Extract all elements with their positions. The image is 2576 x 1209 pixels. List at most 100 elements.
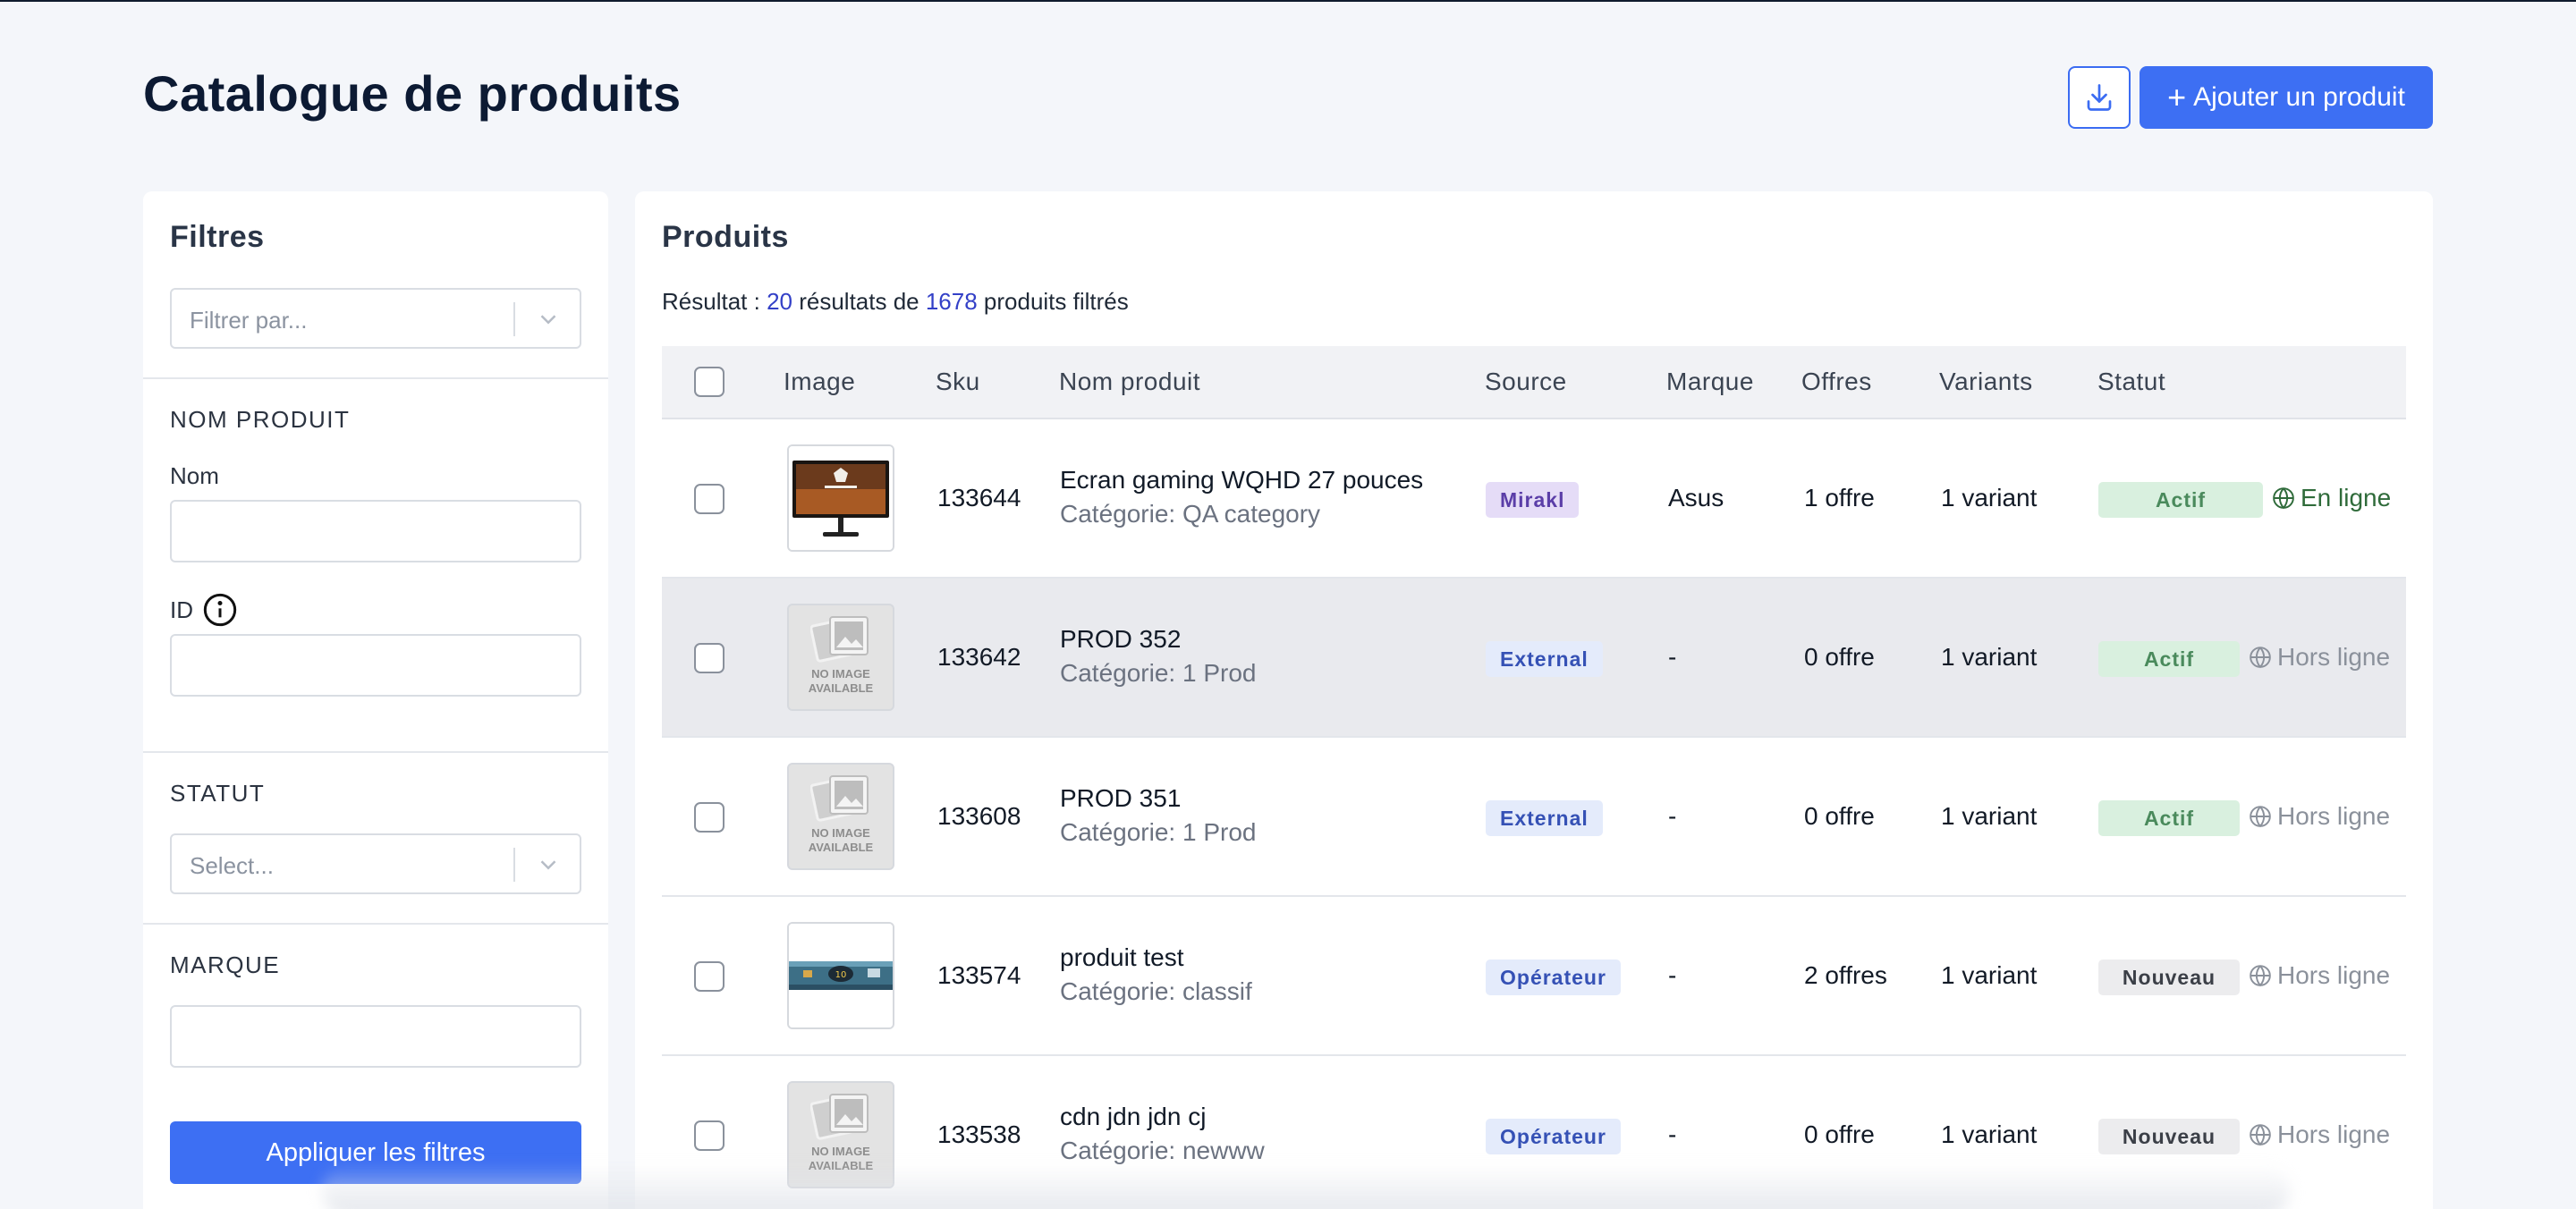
select-separator (513, 302, 515, 336)
status-placeholder: Select... (190, 852, 274, 879)
source-badge: Opérateur (1486, 960, 1621, 995)
section-brand: MARQUE (170, 951, 281, 978)
status-badge: Actif (2098, 482, 2263, 518)
status-select[interactable]: Select... (170, 833, 581, 894)
column-header-variants[interactable]: Variants (1939, 368, 2033, 396)
online-status-label: Hors ligne (2277, 1120, 2391, 1148)
download-button[interactable] (2068, 66, 2131, 129)
filters-panel: Filtres Filtrer par... NOM PRODUIT Nom I… (143, 191, 608, 1209)
table-row[interactable]: NO IMAGE AVAILABLE 133642 PROD 352 Catég… (662, 579, 2406, 738)
online-status-label: Hors ligne (2277, 643, 2391, 671)
result-total: 1678 (925, 288, 978, 315)
globe-icon (2273, 487, 2294, 510)
row-checkbox[interactable] (694, 484, 724, 514)
column-header-image[interactable]: Image (784, 368, 855, 396)
name-input[interactable] (170, 500, 581, 562)
product-category: Catégorie: classif (1060, 977, 1252, 1005)
product-image-banner[interactable]: 10 (787, 922, 894, 1029)
id-input[interactable] (170, 634, 581, 697)
online-status-label: En ligne (2301, 484, 2392, 512)
row-checkbox[interactable] (694, 643, 724, 673)
product-category: Catégorie: QA category (1060, 500, 1321, 528)
source-badge: External (1486, 641, 1603, 677)
online-status: Hors ligne (2249, 961, 2390, 990)
variants-cell: 1 variant (1941, 802, 2038, 830)
source-badge: External (1486, 800, 1603, 836)
table-row[interactable]: 10 133574 produit test Catégorie: classi… (662, 897, 2406, 1056)
page-title: Catalogue de produits (143, 65, 682, 122)
svg-text:10: 10 (835, 970, 847, 980)
name-label: Nom (170, 462, 219, 490)
online-status-label: Hors ligne (2277, 802, 2391, 830)
filter-by-select[interactable]: Filtrer par... (170, 288, 581, 349)
offers-cell: 1 offre (1804, 484, 1875, 512)
no-image-placeholder[interactable]: NO IMAGE AVAILABLE (787, 763, 894, 870)
status-badge: Actif (2098, 641, 2240, 677)
product-name[interactable]: cdn jdn jdn cj (1060, 1103, 1206, 1131)
download-icon (2087, 84, 2112, 111)
no-image-text: NO IMAGE AVAILABLE (808, 1145, 874, 1172)
chevron-down-icon (540, 860, 556, 870)
product-name[interactable]: PROD 352 (1060, 625, 1181, 654)
column-header-status[interactable]: Statut (2097, 368, 2165, 396)
product-category: Catégorie: newww (1060, 1137, 1265, 1164)
status-badge: Nouveau (2098, 1119, 2240, 1154)
globe-icon (2250, 965, 2271, 987)
name-label-text: Nom (170, 462, 219, 489)
row-checkbox[interactable] (694, 1120, 724, 1151)
source-badge: Opérateur (1486, 1119, 1621, 1154)
plus-icon: + (2167, 79, 2187, 115)
online-status: En ligne (2272, 484, 2391, 512)
result-prefix: Résultat : (662, 288, 767, 315)
no-image-text: NO IMAGE AVAILABLE (808, 826, 874, 854)
id-label: ID (170, 592, 238, 628)
table-header: Image Sku Nom produit Source Marque Offr… (662, 346, 2406, 419)
product-name[interactable]: Ecran gaming WQHD 27 pouces (1060, 466, 1423, 495)
row-checkbox[interactable] (694, 961, 724, 992)
row-checkbox[interactable] (694, 802, 724, 833)
column-header-sku[interactable]: Sku (936, 368, 980, 396)
banner-image: 10 (789, 924, 893, 1027)
variants-cell: 1 variant (1941, 1120, 2038, 1148)
brand-input[interactable] (170, 1005, 581, 1068)
no-image-placeholder[interactable]: NO IMAGE AVAILABLE (787, 604, 894, 711)
table-row[interactable]: 133644 Ecran gaming WQHD 27 pouces Catég… (662, 419, 2406, 579)
globe-icon (2250, 1124, 2271, 1146)
globe-icon (2250, 806, 2271, 828)
apply-filters-button[interactable]: Appliquer les filtres (170, 1121, 581, 1184)
product-name[interactable]: produit test (1060, 943, 1184, 972)
result-mid: résultats de (792, 288, 926, 315)
no-image-text: NO IMAGE AVAILABLE (808, 667, 874, 695)
online-status-label: Hors ligne (2277, 961, 2391, 989)
products-panel: Produits Résultat : 20 résultats de 1678… (635, 191, 2433, 1209)
sku-cell: 133642 (937, 643, 1021, 671)
column-header-offers[interactable]: Offres (1801, 368, 1872, 396)
brand-cell: - (1668, 643, 1677, 671)
source-badge: Mirakl (1486, 482, 1580, 518)
filter-by-placeholder: Filtrer par... (190, 307, 308, 334)
add-product-button[interactable]: + Ajouter un produit (2140, 66, 2433, 129)
image-placeholder-icon (810, 616, 869, 663)
product-image-monitor[interactable] (787, 444, 894, 552)
brand-cell: - (1668, 1120, 1677, 1148)
column-header-brand[interactable]: Marque (1666, 368, 1754, 396)
divider (143, 377, 608, 379)
section-name-product: NOM PRODUIT (170, 406, 351, 433)
image-placeholder-icon (810, 1094, 869, 1140)
select-separator (513, 848, 515, 882)
variants-cell: 1 variant (1941, 484, 2038, 512)
table-row[interactable]: NO IMAGE AVAILABLE 133538 cdn jdn jdn cj… (662, 1056, 2406, 1209)
select-all-checkbox[interactable] (694, 367, 724, 397)
info-icon[interactable] (202, 592, 238, 628)
product-category: Catégorie: 1 Prod (1060, 659, 1257, 687)
no-image-placeholder[interactable]: NO IMAGE AVAILABLE (787, 1081, 894, 1188)
product-category: Catégorie: 1 Prod (1060, 818, 1257, 846)
online-status: Hors ligne (2249, 643, 2390, 672)
column-header-name[interactable]: Nom produit (1059, 368, 1200, 396)
product-name[interactable]: PROD 351 (1060, 784, 1181, 813)
add-product-label: Ajouter un produit (2193, 82, 2405, 112)
section-status: STATUT (170, 780, 266, 807)
table-row[interactable]: NO IMAGE AVAILABLE 133608 PROD 351 Catég… (662, 738, 2406, 897)
column-header-source[interactable]: Source (1485, 368, 1567, 396)
result-summary: Résultat : 20 résultats de 1678 produits… (662, 288, 1129, 316)
